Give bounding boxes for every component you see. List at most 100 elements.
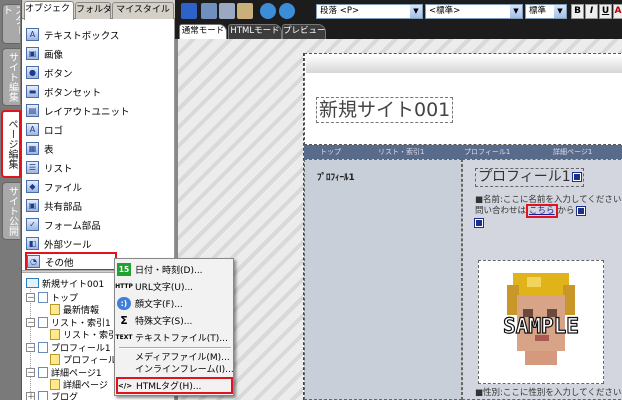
nav-item-detail[interactable]: 詳細ページ1 xyxy=(553,145,592,159)
tree-node-list-index-1[interactable]: －リスト・索引1 xyxy=(26,316,111,329)
object-label: ロゴ xyxy=(44,125,64,137)
tree-label: リスト・索引 xyxy=(63,330,118,341)
object-label: レイアウトユニット xyxy=(44,106,130,118)
menu-item-inline-frame[interactable]: インラインフレーム(I)... xyxy=(117,360,234,377)
underline-button[interactable]: U xyxy=(599,4,612,19)
tree-node-blog[interactable]: ＋ ブログ xyxy=(26,390,78,400)
menu-item-html-tag[interactable]: </> HTMLタグ(H)... xyxy=(116,377,233,394)
page-icon xyxy=(38,341,48,353)
redo-icon[interactable] xyxy=(279,3,295,19)
vtab-start[interactable]: スタート xyxy=(2,4,20,44)
menu-item-label: インラインフレーム(I)... xyxy=(135,365,234,375)
object-label: テキストボックス xyxy=(44,30,120,42)
object-layout-unit[interactable]: ▤ レイアウトユニット xyxy=(26,101,172,120)
collapse-icon[interactable]: － xyxy=(26,342,35,352)
font-select[interactable]: <標準> ▼ xyxy=(425,4,523,19)
tab-folders[interactable]: フォルダ xyxy=(75,2,111,19)
object-list[interactable]: ☰ リスト xyxy=(26,158,172,177)
vtab-page-edit[interactable]: ページ編集 xyxy=(1,110,21,178)
font-color-button[interactable]: A xyxy=(613,4,622,19)
url-text-icon: HTTP xyxy=(115,283,133,290)
object-button-set[interactable]: ▬ ボタンセット xyxy=(26,82,172,101)
inquiry-prefix: 問い合わせは xyxy=(475,206,527,216)
calendar-icon: 15 xyxy=(117,263,131,276)
tree-node-latest-news[interactable]: 最新情報 xyxy=(50,303,100,316)
italic-button[interactable]: I xyxy=(585,4,598,19)
nav-item-profile[interactable]: プロフィール1 xyxy=(464,145,510,159)
menu-item-date-time[interactable]: 15 日付・時刻(D)... xyxy=(117,261,232,278)
logo-icon: A xyxy=(26,123,39,136)
tab-normal-mode[interactable]: 通常モード xyxy=(179,24,227,39)
left-column-title[interactable]: ﾌﾟﾛﾌｨｰﾙ1 xyxy=(317,170,355,183)
tree-label: 最新情報 xyxy=(63,305,100,316)
object-table[interactable]: ▦ 表 xyxy=(26,139,172,158)
object-label: ボタンセット xyxy=(44,87,102,99)
bold-button[interactable]: B xyxy=(571,4,584,19)
collapse-icon[interactable]: － xyxy=(26,292,35,302)
object-button[interactable]: ● ボタン xyxy=(26,63,172,82)
site-icon xyxy=(26,278,39,288)
nav-item-list-index[interactable]: リスト・索引1 xyxy=(378,145,424,159)
object-text-box[interactable]: A テキストボックス xyxy=(26,25,172,44)
size-select[interactable]: 標準 ▼ xyxy=(525,4,567,19)
left-column: ﾌﾟﾛﾌｨｰﾙ1 xyxy=(304,159,462,400)
panel-tabs: オブジェクト フォルダ マイスタイル xyxy=(22,0,175,20)
object-form-parts[interactable]: ✓ フォーム部品 xyxy=(26,215,172,234)
tree-node-site[interactable]: 新規サイト001 xyxy=(26,277,104,290)
page-icon xyxy=(50,328,60,340)
paragraph-select-value: 段落 <P> xyxy=(320,6,360,16)
image-frame[interactable]: SAMPLE xyxy=(478,260,604,384)
menu-item-special-char[interactable]: Σ 特殊文字(S)... xyxy=(117,312,232,329)
object-label: フォーム部品 xyxy=(44,220,101,232)
tree-node-detail[interactable]: 詳細ページ xyxy=(50,378,108,391)
paste-icon[interactable] xyxy=(237,3,253,19)
tab-objects[interactable]: オブジェクト xyxy=(24,1,74,20)
object-file[interactable]: ◆ ファイル xyxy=(26,177,172,196)
tab-preview[interactable]: プレビュー xyxy=(282,24,326,39)
collapse-icon[interactable]: － xyxy=(26,317,35,327)
html-tag-icon: </> xyxy=(117,381,133,390)
object-image[interactable]: ▣ 画像 xyxy=(26,44,172,63)
inquiry-link[interactable]: こちら xyxy=(526,204,558,218)
menu-item-url-text[interactable]: HTTP URL文字(U)... xyxy=(115,278,232,295)
menu-item-label: 特殊文字(S)... xyxy=(135,317,193,327)
menu-item-text-file[interactable]: TEXT テキストファイル(T)... xyxy=(116,329,232,346)
paragraph-select[interactable]: 段落 <P> ▼ xyxy=(316,4,423,19)
object-shared-parts[interactable]: ▣ 共有部品 xyxy=(26,196,172,215)
undo-icon[interactable] xyxy=(260,3,276,19)
special-char-icon: Σ xyxy=(120,314,128,327)
tab-html-mode[interactable]: HTMLモード xyxy=(228,24,282,39)
collapse-icon[interactable]: － xyxy=(26,367,35,377)
inquiry-line[interactable]: 問い合わせは こちら から xyxy=(475,204,586,218)
menu-item-label: 顔文字(F)... xyxy=(135,300,183,310)
cut-icon[interactable] xyxy=(201,3,217,19)
line-break-marker xyxy=(474,217,484,228)
site-title[interactable]: 新規サイト001 xyxy=(316,97,454,123)
tab-my-styles[interactable]: マイスタイル xyxy=(112,2,174,19)
shared-parts-icon: ▣ xyxy=(26,199,39,212)
tree-node-list-index[interactable]: リスト・索引 xyxy=(50,328,118,341)
menu-item-emoticon[interactable]: :) 顔文字(F)... xyxy=(117,295,232,312)
anchor-marker-icon xyxy=(575,205,586,216)
copy-icon[interactable] xyxy=(219,3,235,19)
button-icon: ● xyxy=(26,66,39,79)
object-label: 共有部品 xyxy=(44,201,83,213)
menu-item-label: HTMLタグ(H)... xyxy=(136,382,202,392)
object-external-tool[interactable]: ◧ 外部ツール xyxy=(26,234,172,253)
tree-node-detail-1[interactable]: －詳細ページ1 xyxy=(26,366,102,379)
tree-node-profile[interactable]: プロフィール xyxy=(50,353,117,366)
vtab-site-publish[interactable]: サイト公開 xyxy=(2,182,20,240)
nav-item-top[interactable]: トップ xyxy=(320,145,341,159)
gender-line[interactable]: ■性別:ここに性別を入力してください xyxy=(475,388,621,398)
save-icon[interactable] xyxy=(181,3,197,19)
expand-icon[interactable]: ＋ xyxy=(26,391,35,400)
vtab-site-edit[interactable]: サイト編集 xyxy=(2,48,20,106)
page-header-block[interactable]: 新規サイト001 xyxy=(304,53,622,145)
page-icon xyxy=(38,291,48,303)
profile-heading[interactable]: プロフィール1 xyxy=(475,168,584,187)
object-logo[interactable]: A ロゴ xyxy=(26,120,172,139)
tree-node-top[interactable]: －トップ xyxy=(26,291,78,304)
tree-node-profile-1[interactable]: －プロフィール1 xyxy=(26,341,111,354)
image-icon: ▣ xyxy=(26,47,39,60)
object-other[interactable]: ◔ その他 xyxy=(25,252,117,271)
